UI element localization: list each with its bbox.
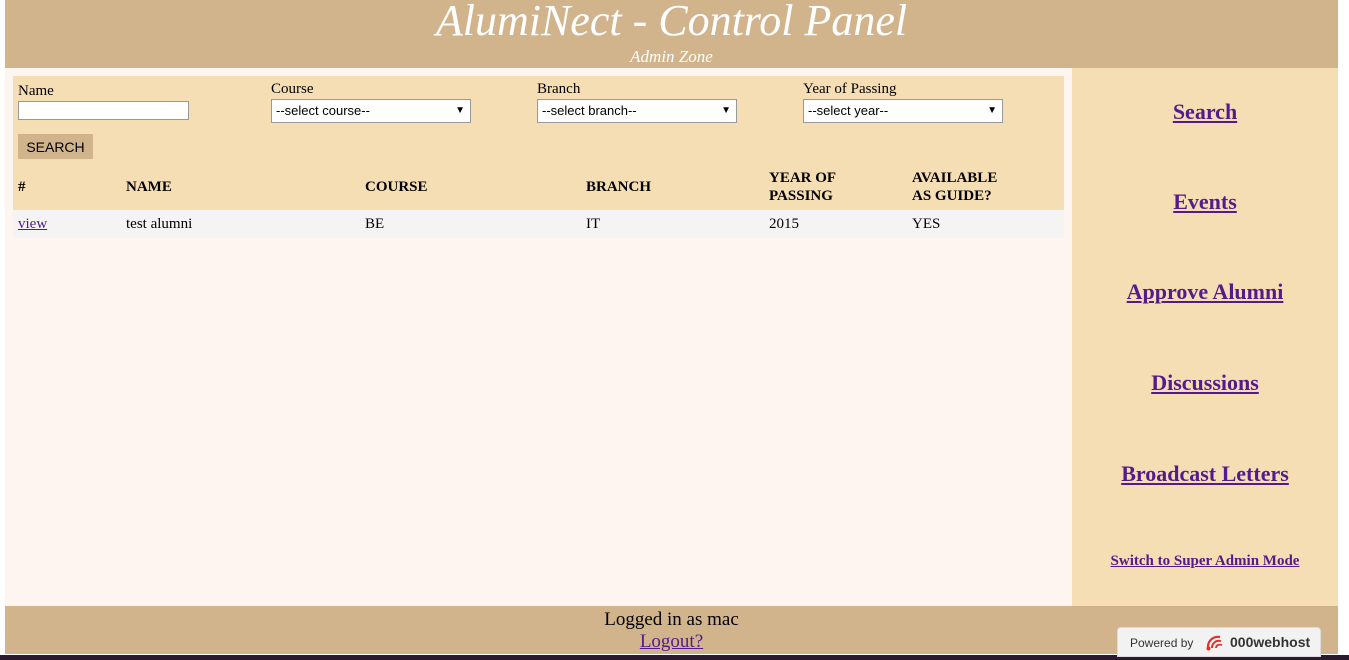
000webhost-logo-icon bbox=[1206, 635, 1223, 651]
powered-by-label: Powered by bbox=[1130, 636, 1194, 650]
chevron-down-icon: ▼ bbox=[721, 105, 731, 116]
sidebar-item-approve-alumni[interactable]: Approve Alumni bbox=[1072, 279, 1338, 305]
name-label: Name bbox=[18, 83, 54, 99]
page: AlumiNect - Control Panel Admin Zone Nam… bbox=[5, 0, 1338, 660]
column-header-guide-line1: AVAILABLE bbox=[912, 170, 998, 186]
column-header-year-line1: YEAR OF bbox=[769, 170, 837, 186]
chevron-down-icon: ▼ bbox=[455, 105, 465, 116]
column-header-course: COURSE bbox=[365, 179, 428, 195]
year-label: Year of Passing bbox=[803, 81, 897, 97]
sidebar: Search Events Approve Alumni Discussions… bbox=[1072, 68, 1338, 606]
cell-year: 2015 bbox=[769, 216, 799, 232]
table-row: view test alumni BE IT 2015 YES bbox=[13, 210, 1064, 238]
column-header-guide: AVAILABLE AS GUIDE? bbox=[912, 169, 997, 205]
course-select-value: --select course-- bbox=[276, 103, 370, 118]
search-form: Name Course --select course-- ▼ Branch -… bbox=[13, 76, 1064, 210]
year-select-value: --select year-- bbox=[808, 103, 889, 118]
column-header-name: NAME bbox=[126, 179, 172, 195]
page-subtitle: Admin Zone bbox=[630, 47, 713, 66]
cell-name: test alumni bbox=[126, 216, 193, 232]
main-content: Name Course --select course-- ▼ Branch -… bbox=[5, 68, 1072, 606]
sidebar-item-broadcast-letters[interactable]: Broadcast Letters bbox=[1072, 461, 1338, 487]
column-header-year-line2: PASSING bbox=[769, 188, 833, 204]
column-header-guide-line2: AS GUIDE? bbox=[912, 188, 992, 204]
page-title: AlumiNect - Control Panel bbox=[435, 0, 908, 45]
cell-guide: YES bbox=[912, 216, 941, 232]
name-input[interactable] bbox=[18, 101, 189, 120]
chevron-down-icon: ▼ bbox=[987, 105, 997, 116]
powered-by-badge[interactable]: Powered by 000webhost bbox=[1117, 627, 1321, 657]
course-label: Course bbox=[271, 81, 314, 97]
sidebar-item-events[interactable]: Events bbox=[1072, 189, 1338, 215]
branch-select-value: --select branch-- bbox=[542, 103, 637, 118]
search-button[interactable]: SEARCH bbox=[18, 134, 93, 159]
column-header-year: YEAR OF PASSING bbox=[769, 169, 836, 205]
powered-by-brand: 000webhost bbox=[1230, 634, 1311, 650]
year-select[interactable]: --select year-- ▼ bbox=[803, 99, 1003, 123]
sidebar-item-search[interactable]: Search bbox=[1072, 99, 1338, 125]
branch-select[interactable]: --select branch-- ▼ bbox=[537, 99, 737, 123]
cell-course: BE bbox=[365, 216, 385, 232]
column-header-branch: BRANCH bbox=[586, 179, 652, 195]
column-header-index: # bbox=[18, 179, 26, 195]
sidebar-item-switch-super-admin[interactable]: Switch to Super Admin Mode bbox=[1072, 553, 1338, 570]
page-header: AlumiNect - Control Panel Admin Zone bbox=[5, 0, 1338, 68]
sidebar-item-discussions[interactable]: Discussions bbox=[1072, 370, 1338, 396]
view-link[interactable]: view bbox=[18, 216, 47, 232]
course-select[interactable]: --select course-- ▼ bbox=[271, 99, 471, 123]
branch-label: Branch bbox=[537, 81, 581, 97]
cell-branch: IT bbox=[586, 216, 601, 232]
